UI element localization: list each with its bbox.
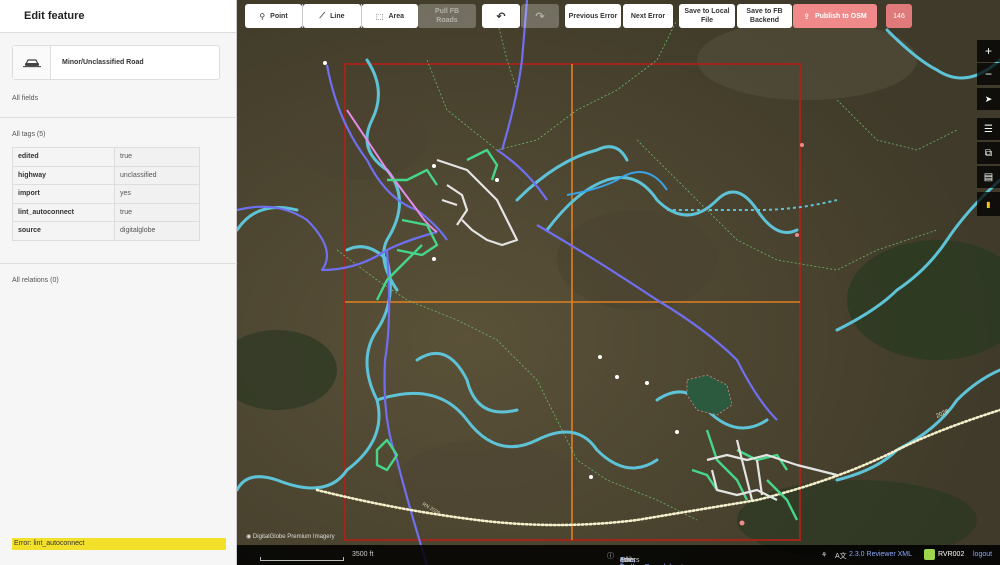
tag-row: import yes: [12, 184, 200, 204]
tag-key-input[interactable]: lint_autoconnect: [12, 202, 115, 222]
all-fields-toggle[interactable]: All fields: [12, 95, 38, 102]
divider: [0, 263, 237, 264]
help-icon[interactable]: ⚘: [821, 551, 827, 559]
area-icon: ⬚: [375, 11, 384, 21]
tag-key-input[interactable]: source: [12, 221, 115, 241]
info-icon[interactable]: ⓘ: [607, 551, 614, 561]
avatar[interactable]: [924, 549, 935, 560]
scale-label: 3500 ft: [352, 551, 374, 558]
tag-row: lint_autoconnect true: [12, 202, 200, 222]
tag-key-input[interactable]: import: [12, 184, 115, 204]
preset-name: Minor/Unclassified Road: [62, 59, 144, 66]
tag-key-input[interactable]: highway: [12, 165, 115, 185]
redo-button[interactable]: ↷: [521, 4, 559, 28]
layers-icon: ☰: [984, 123, 993, 135]
slider-icon: ▮: [986, 199, 991, 209]
divider: [0, 117, 237, 118]
add-area-button[interactable]: ⬚ Area: [362, 4, 418, 28]
sidebar-header: Edit feature: [0, 0, 236, 33]
trash-icon: ▤: [983, 171, 994, 183]
imagery-icon: ◉: [246, 534, 253, 540]
pull-fb-roads-button[interactable]: Pull FB Roads: [418, 4, 476, 28]
plus-icon: +: [984, 44, 992, 58]
tag-value-input[interactable]: yes: [114, 184, 200, 204]
map-slider-handle[interactable]: ▮: [977, 192, 1000, 216]
zoom-out-button[interactable]: −: [977, 63, 1000, 85]
save-local-file-button[interactable]: Save to Local File: [679, 4, 735, 28]
map-imagery: 2026 RN 2026: [237, 0, 1000, 565]
save-fb-backend-button[interactable]: Save to FB Backend: [737, 4, 792, 28]
issues-button[interactable]: ▤: [977, 166, 1000, 188]
next-error-button[interactable]: Next Error: [623, 4, 673, 28]
version-link[interactable]: 2.3.0 Reviewer XML: [849, 551, 912, 558]
sidebar: Edit feature Minor/Unclassified Road All…: [0, 0, 237, 565]
imagery-attribution[interactable]: ◉ DigitalGlobe Premium Imagery: [246, 533, 335, 540]
previous-error-button[interactable]: Previous Error: [565, 4, 621, 28]
footer-bar: 3500 ft ⓘ Edits by gww, EndlessRoundabou…: [237, 545, 1000, 565]
tag-value-input[interactable]: true: [114, 202, 200, 222]
location-arrow-icon: ➤: [984, 93, 993, 104]
preset-button[interactable]: Minor/Unclassified Road: [12, 45, 220, 80]
map-pin-icon: ⚲: [259, 11, 266, 21]
redo-icon: ↷: [535, 10, 545, 23]
minus-icon: −: [984, 67, 992, 81]
background-settings-button[interactable]: ☰: [977, 118, 1000, 140]
all-tags-toggle[interactable]: All tags (5): [12, 131, 45, 138]
sidebar-title: Edit feature: [24, 10, 85, 22]
car-icon: [13, 46, 51, 79]
data-icon: ⧉: [984, 147, 993, 159]
map-canvas[interactable]: 2026 RN 2026: [237, 0, 1000, 565]
all-relations-toggle[interactable]: All relations (0): [12, 277, 59, 284]
undo-icon: ↶: [496, 10, 506, 23]
tag-value-input[interactable]: digitalglobe: [114, 221, 200, 241]
tag-row: highway unclassified: [12, 165, 200, 185]
edit-count-badge[interactable]: 146: [886, 4, 912, 28]
tag-key-input[interactable]: edited: [12, 147, 115, 167]
tag-value-input[interactable]: unclassified: [114, 165, 200, 185]
scale-bar[interactable]: [260, 557, 344, 561]
line-icon: ⟋: [319, 11, 326, 20]
username[interactable]: RVR002: [938, 551, 964, 558]
error-message: Error: lint_autoconnect: [12, 538, 226, 550]
tag-row: edited true: [12, 147, 200, 167]
logout-link[interactable]: logout: [973, 551, 992, 558]
undo-button[interactable]: ↶: [482, 4, 520, 28]
tag-table: edited true highway unclassified import …: [12, 147, 200, 241]
add-line-button[interactable]: ⟋ Line: [303, 4, 361, 28]
tag-value-input[interactable]: true: [114, 147, 200, 167]
geolocate-button[interactable]: ➤: [977, 88, 1000, 110]
add-point-button[interactable]: ⚲ Point: [245, 4, 302, 28]
map-data-button[interactable]: ⧉: [977, 142, 1000, 164]
tag-row: source digitalglobe: [12, 221, 200, 241]
zoom-in-button[interactable]: +: [977, 40, 1000, 62]
translate-icon[interactable]: A文: [835, 551, 847, 561]
upload-icon: ⇪: [803, 11, 810, 21]
publish-to-osm-button[interactable]: ⇪ Publish to OSM: [793, 4, 877, 28]
